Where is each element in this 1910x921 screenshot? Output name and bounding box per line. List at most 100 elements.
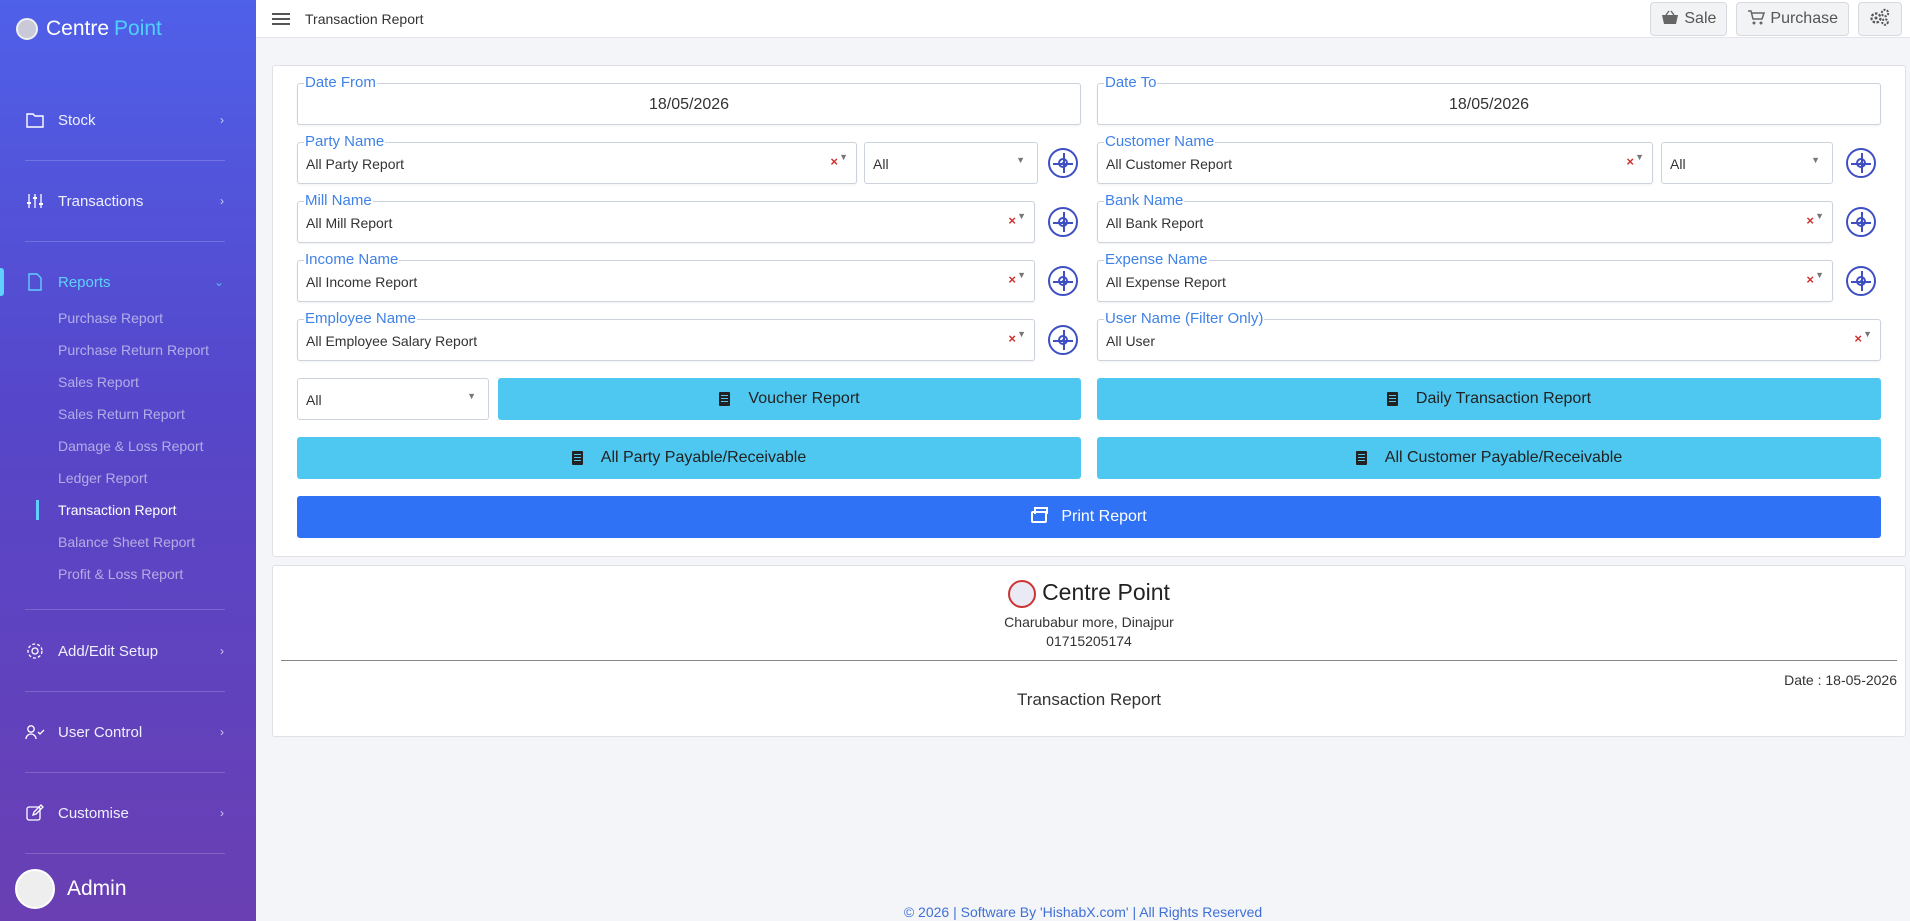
brand[interactable]: Centre Point: [0, 0, 256, 58]
sidebar-item-label: Reports: [58, 273, 111, 291]
clear-icon[interactable]: ×: [1626, 154, 1634, 169]
print-report-button[interactable]: Print Report: [297, 496, 1881, 538]
sidebar-subitem-sales-report[interactable]: Sales Report: [58, 374, 139, 390]
bank-name-select[interactable]: Bank Name All Bank Report × ▼: [1097, 192, 1833, 243]
customer-name-select[interactable]: Customer Name All Customer Report × ▼: [1097, 133, 1653, 184]
sidebar-item-label: Add/Edit Setup: [58, 642, 159, 660]
date-to-value: 18/05/2026: [1448, 96, 1530, 113]
report-filter-card: Date From 18/05/2026 Date To 18/05/2026 …: [272, 65, 1906, 557]
user-profile[interactable]: Admin: [15, 869, 127, 909]
sale-button[interactable]: Sale: [1650, 2, 1728, 36]
customer-payable-receivable-label: All Customer Payable/Receivable: [1384, 449, 1623, 466]
sidebar-item-stock[interactable]: Stock ›: [0, 100, 256, 140]
divider: [25, 691, 225, 692]
customer-filter-value: All: [1670, 156, 1686, 172]
clear-icon[interactable]: ×: [830, 154, 838, 169]
income-locate-icon[interactable]: [1048, 266, 1078, 296]
employee-name-select[interactable]: Employee Name All Employee Salary Report…: [297, 310, 1035, 361]
bank-locate-icon[interactable]: [1846, 207, 1876, 237]
party-payable-receivable-label: All Party Payable/Receivable: [600, 449, 807, 466]
report-preview: Centre Point Charubabur more, Dinajpur 0…: [272, 565, 1906, 737]
sidebar-item-customise[interactable]: Customise ›: [0, 793, 256, 833]
chevron-right-icon: ›: [220, 806, 224, 820]
sidebar-item-reports[interactable]: Reports ⌄: [0, 262, 256, 302]
party-name-select[interactable]: Party Name All Party Report × ▼: [297, 133, 857, 184]
customer-name-label: Customer Name: [1104, 133, 1216, 151]
clear-icon[interactable]: ×: [1008, 272, 1016, 287]
employee-name-value: All Employee Salary Report: [306, 333, 478, 349]
date-from-field[interactable]: Date From 18/05/2026: [297, 74, 1081, 125]
employee-locate-icon[interactable]: [1048, 325, 1078, 355]
file-icon: [25, 272, 45, 292]
party-name-value: All Party Report: [306, 156, 405, 172]
voucher-report-button[interactable]: Voucher Report: [498, 378, 1081, 420]
divider: [25, 609, 225, 610]
user-name-select[interactable]: User Name (Filter Only) All User × ▼: [1097, 310, 1881, 361]
sidebar-subitem-purchase-return-report[interactable]: Purchase Return Report: [58, 342, 209, 358]
customer-payable-receivable-button[interactable]: All Customer Payable/Receivable: [1097, 437, 1881, 479]
daily-transaction-report-label: Daily Transaction Report: [1415, 390, 1592, 407]
sidebar-item-label: Customise: [58, 804, 129, 822]
clear-icon[interactable]: ×: [1008, 213, 1016, 228]
sidebar-subitem-transaction-report[interactable]: Transaction Report: [36, 500, 177, 520]
customer-locate-icon[interactable]: [1846, 148, 1876, 178]
gear-icon: [25, 641, 45, 661]
income-name-label: Income Name: [304, 251, 400, 269]
mill-name-select[interactable]: Mill Name All Mill Report × ▼: [297, 192, 1035, 243]
user-check-icon: [25, 722, 45, 742]
sidebar-item-transactions[interactable]: Transactions ›: [0, 181, 256, 221]
sidebar-item-user-control[interactable]: User Control ›: [0, 712, 256, 752]
expense-locate-icon[interactable]: [1846, 266, 1876, 296]
party-filter-select[interactable]: All ▼: [864, 142, 1038, 184]
employee-name-label: Employee Name: [304, 310, 417, 328]
receipt-icon: [1386, 392, 1398, 406]
income-name-select[interactable]: Income Name All Income Report × ▼: [297, 251, 1035, 302]
settings-button[interactable]: [1858, 2, 1902, 36]
chevron-down-icon: ⌄: [213, 275, 224, 289]
clear-icon[interactable]: ×: [1806, 272, 1814, 287]
sidebar-subitem-sales-return-report[interactable]: Sales Return Report: [58, 406, 185, 422]
caret-down-icon: ▼: [1017, 211, 1026, 221]
sidebar-subitem-damage-loss-report[interactable]: Damage & Loss Report: [58, 438, 204, 454]
user-name-value: All User: [1106, 333, 1156, 349]
bank-name-label: Bank Name: [1104, 192, 1185, 210]
sidebar-subitem-purchase-report[interactable]: Purchase Report: [58, 310, 163, 326]
mill-name-label: Mill Name: [304, 192, 373, 210]
daily-transaction-report-button[interactable]: Daily Transaction Report: [1097, 378, 1881, 420]
sidebar-item-add-edit-setup[interactable]: Add/Edit Setup ›: [0, 631, 256, 671]
caret-down-icon: ▼: [1863, 329, 1872, 339]
income-name-value: All Income Report: [306, 274, 418, 290]
sidebar-subitem-ledger-report[interactable]: Ledger Report: [58, 470, 148, 486]
chevron-right-icon: ›: [220, 644, 224, 658]
bank-name-value: All Bank Report: [1106, 215, 1204, 231]
voucher-filter-select[interactable]: All ▼: [297, 378, 489, 420]
caret-down-icon: ▼: [1635, 152, 1644, 162]
mill-locate-icon[interactable]: [1048, 207, 1078, 237]
clear-icon[interactable]: ×: [1806, 213, 1814, 228]
sale-label: Sale: [1684, 10, 1717, 27]
expense-name-value: All Expense Report: [1106, 274, 1226, 290]
party-payable-receivable-button[interactable]: All Party Payable/Receivable: [297, 437, 1081, 479]
brand-name-a: Centre: [46, 17, 110, 40]
sidebar-subitem-profit-loss-report[interactable]: Profit & Loss Report: [58, 566, 183, 582]
chevron-right-icon: ›: [220, 194, 224, 208]
expense-name-select[interactable]: Expense Name All Expense Report × ▼: [1097, 251, 1833, 302]
party-filter-value: All: [873, 156, 889, 172]
caret-down-icon: ▼: [1016, 155, 1025, 165]
gears-icon: [1869, 8, 1891, 31]
clear-icon[interactable]: ×: [1008, 331, 1016, 346]
sidebar-subitem-balance-sheet-report[interactable]: Balance Sheet Report: [58, 534, 195, 550]
date-to-field[interactable]: Date To 18/05/2026: [1097, 74, 1881, 125]
purchase-button[interactable]: Purchase: [1736, 2, 1849, 36]
edit-icon: [25, 803, 45, 823]
party-locate-icon[interactable]: [1048, 148, 1078, 178]
sidebar-item-label: Transactions: [58, 192, 144, 210]
user-name: Admin: [67, 877, 127, 900]
customer-filter-select[interactable]: All ▼: [1661, 142, 1833, 184]
menu-icon[interactable]: [272, 10, 290, 28]
cart-icon: [1747, 9, 1766, 29]
caret-down-icon: ▼: [1017, 329, 1026, 339]
clear-icon[interactable]: ×: [1854, 331, 1862, 346]
divider: [25, 853, 225, 854]
divider: [281, 660, 1897, 661]
